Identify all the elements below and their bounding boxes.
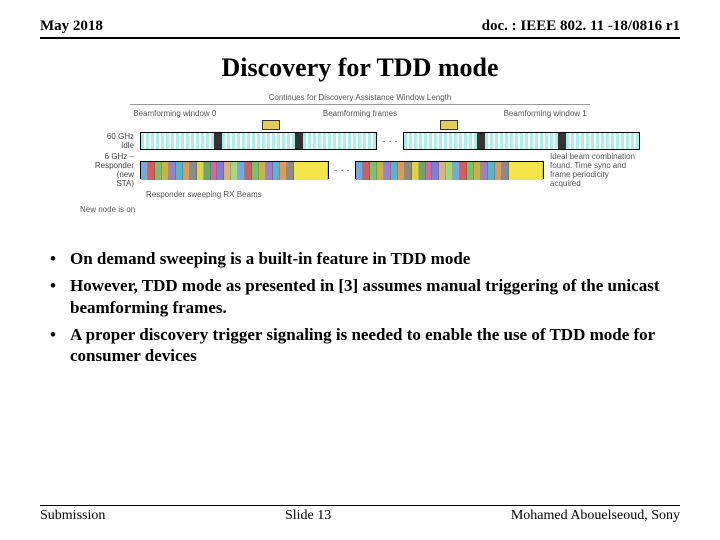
color-segment xyxy=(217,162,224,180)
color-segment xyxy=(169,162,176,180)
bf-frame-box xyxy=(262,120,280,130)
ellipsis: · · · xyxy=(377,136,403,147)
bar-6ghz-a xyxy=(140,161,329,179)
slide-title: Discovery for TDD mode xyxy=(40,53,680,83)
color-segment xyxy=(287,162,294,180)
color-segment xyxy=(356,162,363,180)
color-segment xyxy=(238,162,245,180)
color-segment xyxy=(190,162,197,180)
bf-frame-box xyxy=(440,120,458,130)
diagram-window-labels: Beamforming window 0 Beamforming frames … xyxy=(80,109,640,118)
rx-sweep-row: Responder sweeping RX Beams xyxy=(80,190,640,199)
bullet-item: •On demand sweeping is a built-in featur… xyxy=(50,248,670,269)
color-segment xyxy=(384,162,391,180)
color-segment xyxy=(446,162,453,180)
win1-label: Beamforming window 1 xyxy=(504,109,587,118)
diagram-top-span-label: Continues for Discovery Assistance Windo… xyxy=(80,93,640,102)
new-node-label: New node is on xyxy=(80,205,640,214)
bullet-list: •On demand sweeping is a built-in featur… xyxy=(50,248,670,366)
ideal-beam-note: Ideal beam combination found. Time sync … xyxy=(550,152,640,188)
color-segment xyxy=(377,162,384,180)
color-segment xyxy=(481,162,488,180)
bullet-text: However, TDD mode as presented in [3] as… xyxy=(70,275,670,318)
color-segment xyxy=(162,162,169,180)
color-segment xyxy=(224,162,231,180)
bullet-text: On demand sweeping is a built-in feature… xyxy=(70,248,470,269)
channel-60ghz: 60 GHz Idle · · · xyxy=(80,132,640,150)
channel-6ghz: 6 GHz – Responder (new STA) · · · Ideal … xyxy=(80,152,640,188)
win0-label: Beamforming window 0 xyxy=(133,109,216,118)
color-segment-tail xyxy=(509,162,543,180)
color-segment xyxy=(197,162,204,180)
color-segment xyxy=(419,162,426,180)
color-segment xyxy=(176,162,183,180)
bar-6ghz-b xyxy=(355,161,544,179)
color-segment xyxy=(391,162,398,180)
color-segment xyxy=(502,162,509,180)
bullet-item: •However, TDD mode as presented in [3] a… xyxy=(50,275,670,318)
color-segment xyxy=(432,162,439,180)
color-segment xyxy=(231,162,238,180)
color-segment xyxy=(141,162,148,180)
header-rule xyxy=(40,37,680,39)
color-segment xyxy=(412,162,419,180)
diagram-top-span-line xyxy=(130,104,590,105)
bf-frames-row xyxy=(80,120,640,130)
header-date: May 2018 xyxy=(40,18,103,35)
color-segment xyxy=(273,162,280,180)
bullet-item: •A proper discovery trigger signaling is… xyxy=(50,324,670,367)
color-segment xyxy=(474,162,481,180)
color-segment xyxy=(252,162,259,180)
slide-footer: Submission Slide 13 Mohamed Abouelseoud,… xyxy=(40,505,680,525)
color-segment xyxy=(363,162,370,180)
color-segment xyxy=(245,162,252,180)
footer-rule xyxy=(40,505,680,507)
color-segment xyxy=(467,162,474,180)
color-segment xyxy=(148,162,155,180)
color-segment xyxy=(155,162,162,180)
footer-left: Submission xyxy=(40,508,105,524)
footer-right: Mohamed Abouelseoud, Sony xyxy=(511,508,680,524)
color-segment xyxy=(488,162,495,180)
color-segment xyxy=(204,162,211,180)
bf-frames-label: Beamforming frames xyxy=(323,109,397,118)
color-segment xyxy=(183,162,190,180)
footer-center: Slide 13 xyxy=(285,508,331,524)
header-docnum: doc. : IEEE 802. 11 -18/0816 r1 xyxy=(482,18,680,35)
timing-diagram: Continues for Discovery Assistance Windo… xyxy=(80,93,640,214)
color-segment xyxy=(370,162,377,180)
color-segment xyxy=(398,162,405,180)
color-segment xyxy=(439,162,446,180)
color-segment xyxy=(259,162,266,180)
slide-header: May 2018 doc. : IEEE 802. 11 -18/0816 r1 xyxy=(40,18,680,37)
bullet-text: A proper discovery trigger signaling is … xyxy=(70,324,670,367)
color-segment xyxy=(211,162,218,180)
color-segment xyxy=(495,162,502,180)
bar-60ghz-a xyxy=(140,132,377,150)
color-segment xyxy=(280,162,287,180)
color-segment xyxy=(405,162,412,180)
color-segment-tail xyxy=(294,162,328,180)
ellipsis: · · · xyxy=(329,165,355,176)
color-segment xyxy=(266,162,273,180)
channel-60ghz-label: 60 GHz Idle xyxy=(80,132,140,150)
channel-6ghz-label: 6 GHz – Responder (new STA) xyxy=(80,152,140,188)
color-segment xyxy=(460,162,467,180)
bar-60ghz-b xyxy=(403,132,640,150)
rx-sweep-label: Responder sweeping RX Beams xyxy=(146,190,262,199)
color-segment xyxy=(453,162,460,180)
color-segment xyxy=(426,162,433,180)
